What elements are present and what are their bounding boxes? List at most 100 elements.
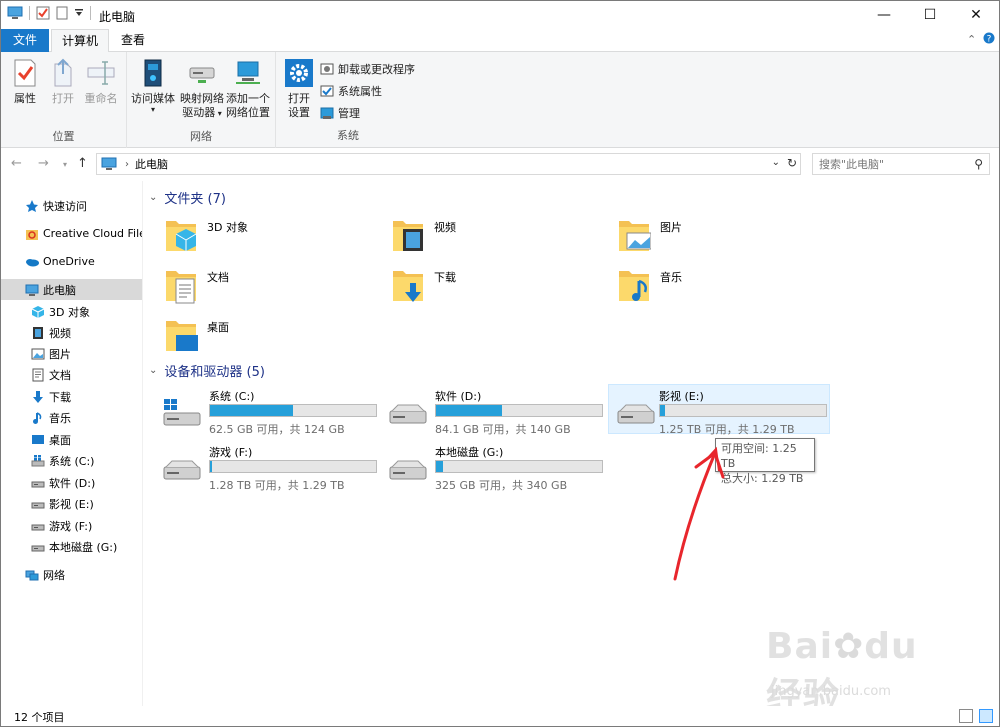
onedrive-icon: [26, 258, 39, 266]
recent-locations-icon[interactable]: ▾: [63, 160, 67, 169]
tab-view[interactable]: 查看: [111, 29, 155, 52]
close-icon: ✕: [970, 7, 982, 23]
folder-name: 文档: [207, 271, 229, 284]
music-icon: [619, 271, 649, 301]
tab-file[interactable]: 文件: [1, 29, 49, 52]
folder-item[interactable]: 3D 对象: [144, 213, 364, 261]
nav-item-drive-e[interactable]: 影视 (E:): [1, 493, 142, 514]
nav-item-3d-objects[interactable]: 3D 对象: [1, 301, 142, 322]
nav-item-onedrive[interactable]: OneDrive: [1, 251, 142, 272]
nav-label: 本地磁盘 (G:): [49, 540, 118, 554]
tab-computer[interactable]: 计算机: [51, 29, 109, 53]
music-icon: [33, 411, 42, 424]
folder-item[interactable]: 桌面: [144, 313, 364, 361]
nav-item-creative-cloud[interactable]: Creative Cloud Files: [1, 223, 142, 244]
folder-item[interactable]: 音乐: [597, 263, 817, 311]
folder-item[interactable]: 下载: [371, 263, 591, 311]
drives-section-header[interactable]: ⌄ 设备和驱动器 (5): [149, 361, 265, 380]
drive-item[interactable]: 影视 (E:) 1.25 TB 可用，共 1.29 TB: [608, 384, 830, 436]
drive-usage-fill: [210, 405, 293, 416]
rename-button[interactable]: 重命名: [83, 58, 119, 106]
nav-item-pictures[interactable]: 图片: [1, 343, 142, 364]
properties-icon[interactable]: [36, 6, 50, 20]
drive-name: 游戏 (F:): [209, 446, 253, 459]
forward-icon[interactable]: →: [38, 156, 49, 171]
search-box[interactable]: 搜索"此电脑" ⚲: [812, 153, 990, 175]
large-icons-view-icon[interactable]: [979, 709, 993, 723]
close-button[interactable]: ✕: [953, 1, 999, 29]
open-settings-button[interactable]: 打开 设置: [282, 58, 316, 120]
nav-item-this-pc[interactable]: 此电脑: [1, 279, 142, 300]
nav-item-documents[interactable]: 文档: [1, 364, 142, 385]
title-bar: 此电脑 — ☐ ✕: [1, 1, 999, 29]
pc-icon: [7, 6, 23, 19]
map-network-drive-button[interactable]: 映射网络 驱动器 ▾: [179, 58, 225, 121]
nav-item-drive-f[interactable]: 游戏 (F:): [1, 515, 142, 536]
nav-label: 3D 对象: [49, 305, 90, 319]
system-properties-icon: [320, 85, 334, 97]
folders-section-header[interactable]: ⌄ 文件夹 (7): [149, 188, 226, 207]
video-icon: [33, 326, 43, 339]
uninstall-program-button[interactable]: 卸载或更改程序: [320, 60, 415, 78]
minimize-icon: —: [877, 7, 891, 23]
qat-dropdown-icon[interactable]: [74, 8, 84, 18]
nav-label: 图片: [49, 347, 71, 361]
add-network-location-button[interactable]: 添加一个 网络位置: [225, 58, 271, 120]
nav-item-videos[interactable]: 视频: [1, 322, 142, 343]
download-icon: [33, 390, 43, 403]
back-icon[interactable]: ←: [11, 156, 22, 171]
manage-label: 管理: [338, 107, 360, 120]
maximize-button[interactable]: ☐: [907, 1, 953, 29]
open-icon: [47, 58, 79, 88]
nav-label: 视频: [49, 326, 71, 340]
nav-item-downloads[interactable]: 下载: [1, 386, 142, 407]
group-system-label: 系统: [337, 129, 359, 142]
drive-space-info: 325 GB 可用，共 340 GB: [435, 479, 568, 492]
windows-drive-icon: [163, 399, 201, 426]
nav-item-desktop[interactable]: 桌面: [1, 429, 142, 450]
address-bar[interactable]: › 此电脑 ⌄ ↻: [96, 153, 801, 175]
drive-item[interactable]: 游戏 (F:) 1.28 TB 可用，共 1.29 TB: [146, 441, 377, 492]
chevron-down-icon: ⌄: [149, 364, 158, 376]
drive-space-info: 84.1 GB 可用，共 140 GB: [435, 423, 571, 436]
nav-item-drive-g[interactable]: 本地磁盘 (G:): [1, 536, 142, 557]
breadcrumb-chevron-icon[interactable]: ›: [125, 159, 129, 170]
picture-icon: [31, 348, 45, 359]
drive-icon: [163, 460, 201, 480]
star-icon: [26, 199, 38, 212]
collapse-ribbon-icon[interactable]: ⌃: [967, 33, 976, 46]
breadcrumb[interactable]: 此电脑: [135, 156, 168, 172]
nav-item-drive-d[interactable]: 软件 (D:): [1, 472, 142, 493]
nav-item-quick-access[interactable]: 快速访问: [1, 195, 142, 216]
manage-button[interactable]: 管理: [320, 104, 360, 122]
access-media-button[interactable]: 访问媒体 ▾: [129, 58, 177, 114]
new-folder-icon[interactable]: [56, 6, 68, 20]
qat-separator: [29, 6, 30, 20]
details-view-icon[interactable]: [959, 709, 973, 723]
address-dropdown-icon[interactable]: ⌄: [772, 157, 780, 168]
group-location: 属性 打开 重命名 位置: [1, 52, 127, 148]
video-icon: [393, 221, 423, 251]
drive-usage-fill: [436, 461, 443, 472]
nav-item-drive-c[interactable]: 系统 (C:): [1, 450, 142, 471]
drive-item[interactable]: 软件 (D:) 84.1 GB 可用，共 140 GB: [372, 385, 603, 436]
drive-item[interactable]: 系统 (C:) 62.5 GB 可用，共 124 GB: [146, 385, 377, 436]
folder-item[interactable]: 文档: [144, 263, 364, 311]
up-icon[interactable]: ↑: [77, 156, 88, 171]
folder-item[interactable]: 图片: [597, 213, 817, 261]
nav-item-network[interactable]: 网络: [1, 564, 142, 585]
properties-button[interactable]: 属性: [9, 58, 41, 106]
settings-gear-icon: [283, 58, 315, 88]
properties-label: 属性: [14, 92, 36, 105]
ribbon-tabs: 文件 计算机 查看 ⌃ ?: [1, 29, 999, 53]
open-button[interactable]: 打开: [47, 58, 79, 106]
nav-label: 网络: [43, 568, 65, 582]
system-properties-button[interactable]: 系统属性: [320, 82, 382, 100]
refresh-icon[interactable]: ↻: [787, 156, 797, 170]
nav-item-music[interactable]: 音乐: [1, 407, 142, 428]
folder-item[interactable]: 视频: [371, 213, 591, 261]
drive-item[interactable]: 本地磁盘 (G:) 325 GB 可用，共 340 GB: [372, 441, 603, 492]
window-title: 此电脑: [99, 10, 136, 24]
help-icon[interactable]: ?: [983, 32, 995, 47]
minimize-button[interactable]: —: [861, 1, 907, 29]
